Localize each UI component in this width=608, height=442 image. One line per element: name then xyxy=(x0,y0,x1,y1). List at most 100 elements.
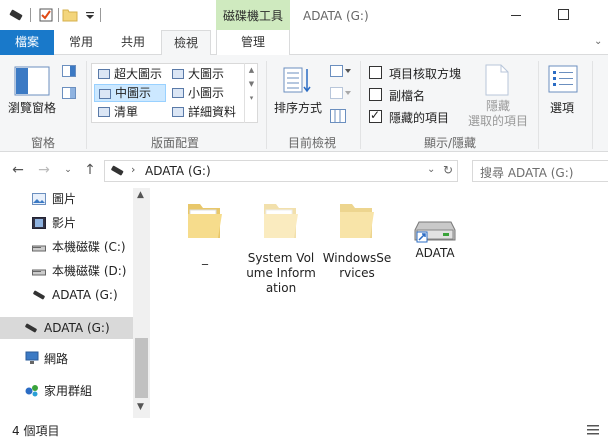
search-placeholder: 搜尋 ADATA (G:) xyxy=(480,166,574,180)
ribbon-collapse-icon[interactable]: ⌄ xyxy=(594,36,604,47)
recent-locations-button[interactable]: ⌄ xyxy=(60,161,76,179)
address-dropdown-icon[interactable]: ⌄ xyxy=(427,164,435,175)
breadcrumb-chevron-icon[interactable]: › xyxy=(131,163,135,176)
nav-item-homegroup[interactable]: 家用群組 xyxy=(24,380,92,402)
address-bar-row: ← → ⌄ ↑ › ADATA (G:) ⌄ ↻ 搜尋 ADATA (G:) xyxy=(0,153,608,188)
customize-quick-access-icon[interactable] xyxy=(82,7,98,23)
item-checkboxes-checkbox[interactable] xyxy=(369,66,382,79)
sort-by-icon xyxy=(283,67,311,93)
network-icon xyxy=(25,351,39,364)
layout-medium-icons[interactable]: 中圖示 xyxy=(94,84,166,102)
nav-item-local-disk-d[interactable]: 本機磁碟 (D:) xyxy=(32,260,126,282)
small-icons-icon xyxy=(172,88,184,98)
layout-list[interactable]: 清單 xyxy=(94,103,168,121)
hide-selected-icon xyxy=(485,64,509,96)
tab-home[interactable]: 常用 xyxy=(58,30,104,55)
nav-item-adata-g-1[interactable]: ADATA (G:) xyxy=(32,284,118,306)
layout-gallery: 超大圖示 大圖示 中圖示 小圖示 清單 詳細資料 xyxy=(91,63,258,123)
nav-item-network[interactable]: 網路 xyxy=(24,348,68,370)
file-item-system-volume-information[interactable]: System Volume Information xyxy=(246,198,316,296)
new-folder-icon[interactable] xyxy=(62,7,78,23)
current-view-group-label: 目前檢視 xyxy=(287,136,336,150)
status-bar: 4 個項目 xyxy=(0,418,608,442)
maximize-button[interactable] xyxy=(540,0,586,30)
minimize-button[interactable] xyxy=(492,0,538,30)
file-item-adata-shortcut[interactable]: ADATA xyxy=(400,216,470,261)
up-button[interactable]: ↑ xyxy=(82,161,98,179)
group-separator xyxy=(86,61,87,149)
tab-share[interactable]: 共用 xyxy=(110,30,156,55)
options-label: 選項 xyxy=(550,101,575,115)
large-icons-icon xyxy=(172,69,184,79)
window-title: ADATA (G:) xyxy=(303,9,369,23)
group-by-icon[interactable] xyxy=(330,65,352,77)
drive-icon[interactable] xyxy=(8,7,24,23)
layout-small-icons[interactable]: 小圖示 xyxy=(168,84,242,102)
refresh-icon[interactable]: ↻ xyxy=(443,163,453,177)
nav-item-pictures[interactable]: 圖片 xyxy=(32,188,76,210)
group-separator xyxy=(592,61,593,149)
properties-icon[interactable] xyxy=(38,7,54,23)
tab-view[interactable]: 檢視 xyxy=(161,30,211,56)
hidden-items-checkbox[interactable] xyxy=(369,108,382,123)
address-box[interactable]: › ADATA (G:) ⌄ ↻ xyxy=(104,160,458,182)
preview-pane-icon[interactable] xyxy=(62,65,76,77)
pictures-icon xyxy=(32,193,46,205)
show-hide-group-label: 顯示/隱藏 xyxy=(423,136,477,150)
group-separator xyxy=(360,61,361,149)
folder-icon xyxy=(340,204,374,238)
folder-icon xyxy=(188,204,222,238)
group-separator xyxy=(538,61,539,149)
address-path: ADATA (G:) xyxy=(145,164,211,178)
details-pane-icon[interactable] xyxy=(62,87,76,99)
close-button[interactable] xyxy=(588,0,608,30)
layout-extra-large-icons[interactable]: 超大圖示 xyxy=(94,65,168,83)
nav-item-adata-g-selected[interactable]: ADATA (G:) xyxy=(0,317,133,339)
nav-item-videos[interactable]: 影片 xyxy=(32,212,76,234)
file-name: _ xyxy=(202,251,208,265)
search-input[interactable]: 搜尋 ADATA (G:) xyxy=(472,160,608,182)
navigation-pane-icon xyxy=(14,66,50,96)
back-button[interactable]: ← xyxy=(10,161,26,179)
navigation-pane-scrollbar[interactable]: ▲ ▼ xyxy=(133,188,150,418)
file-extensions-label: 副檔名 xyxy=(389,89,426,103)
quick-access-separator xyxy=(100,8,101,22)
scrollbar-thumb[interactable] xyxy=(135,338,148,398)
file-list: _ System Volume Information WindowsServi… xyxy=(150,188,608,418)
scroll-down-icon[interactable]: ▼ xyxy=(137,402,144,412)
navigation-pane: 圖片 影片 本機磁碟 (C:) 本機磁碟 (D:) ADATA (G:) ADA… xyxy=(0,188,150,418)
quick-access-separator xyxy=(58,8,59,22)
sort-by-label: 排序方式 xyxy=(274,101,323,115)
file-name: WindowsServices xyxy=(322,251,392,280)
hard-drive-icon xyxy=(32,245,46,252)
file-item-underscore-folder[interactable]: _ xyxy=(170,198,240,266)
navigation-pane-button[interactable]: 瀏覽窗格 xyxy=(6,63,58,121)
hidden-items-label: 隱藏的項目 xyxy=(389,111,450,125)
panes-group-label: 窗格 xyxy=(30,136,55,150)
hard-drive-icon xyxy=(32,269,46,276)
layout-gallery-scroll[interactable]: ▲ ▼ ▾ xyxy=(244,63,258,123)
layout-group-label: 版面配置 xyxy=(150,136,199,150)
forward-button[interactable]: → xyxy=(36,161,52,179)
size-columns-to-fit-icon[interactable] xyxy=(330,109,346,123)
layout-large-icons[interactable]: 大圖示 xyxy=(168,65,242,83)
scroll-up-icon[interactable]: ▲ xyxy=(137,190,144,200)
list-icon xyxy=(98,107,110,117)
options-button[interactable]: 選項 xyxy=(544,63,584,123)
title-bar: 磁碟機工具 ADATA (G:) xyxy=(0,0,608,30)
file-item-windowsservices[interactable]: WindowsServices xyxy=(322,198,392,281)
file-name: ADATA xyxy=(415,246,455,260)
ribbon: 瀏覽窗格 窗格 超大圖示 大圖示 中圖示 小圖示 清單 詳細資料 ▲ ▼ ▾ 版面配… xyxy=(0,55,608,152)
folder-icon xyxy=(264,204,298,238)
add-columns-icon[interactable] xyxy=(330,87,352,99)
file-extensions-checkbox[interactable] xyxy=(369,88,382,101)
hide-selected-items-button[interactable]: 隱藏 選取的項目 xyxy=(466,63,530,128)
tab-manage[interactable]: 管理 xyxy=(216,30,290,55)
nav-item-local-disk-c[interactable]: 本機磁碟 (C:) xyxy=(32,236,126,258)
item-checkboxes-label: 項目核取方塊 xyxy=(389,67,462,81)
options-icon xyxy=(548,65,578,93)
layout-details[interactable]: 詳細資料 xyxy=(168,103,242,121)
sort-by-button[interactable]: 排序方式 xyxy=(272,63,324,123)
details-view-icon[interactable] xyxy=(586,423,600,437)
tab-file[interactable]: 檔案 xyxy=(0,30,54,55)
